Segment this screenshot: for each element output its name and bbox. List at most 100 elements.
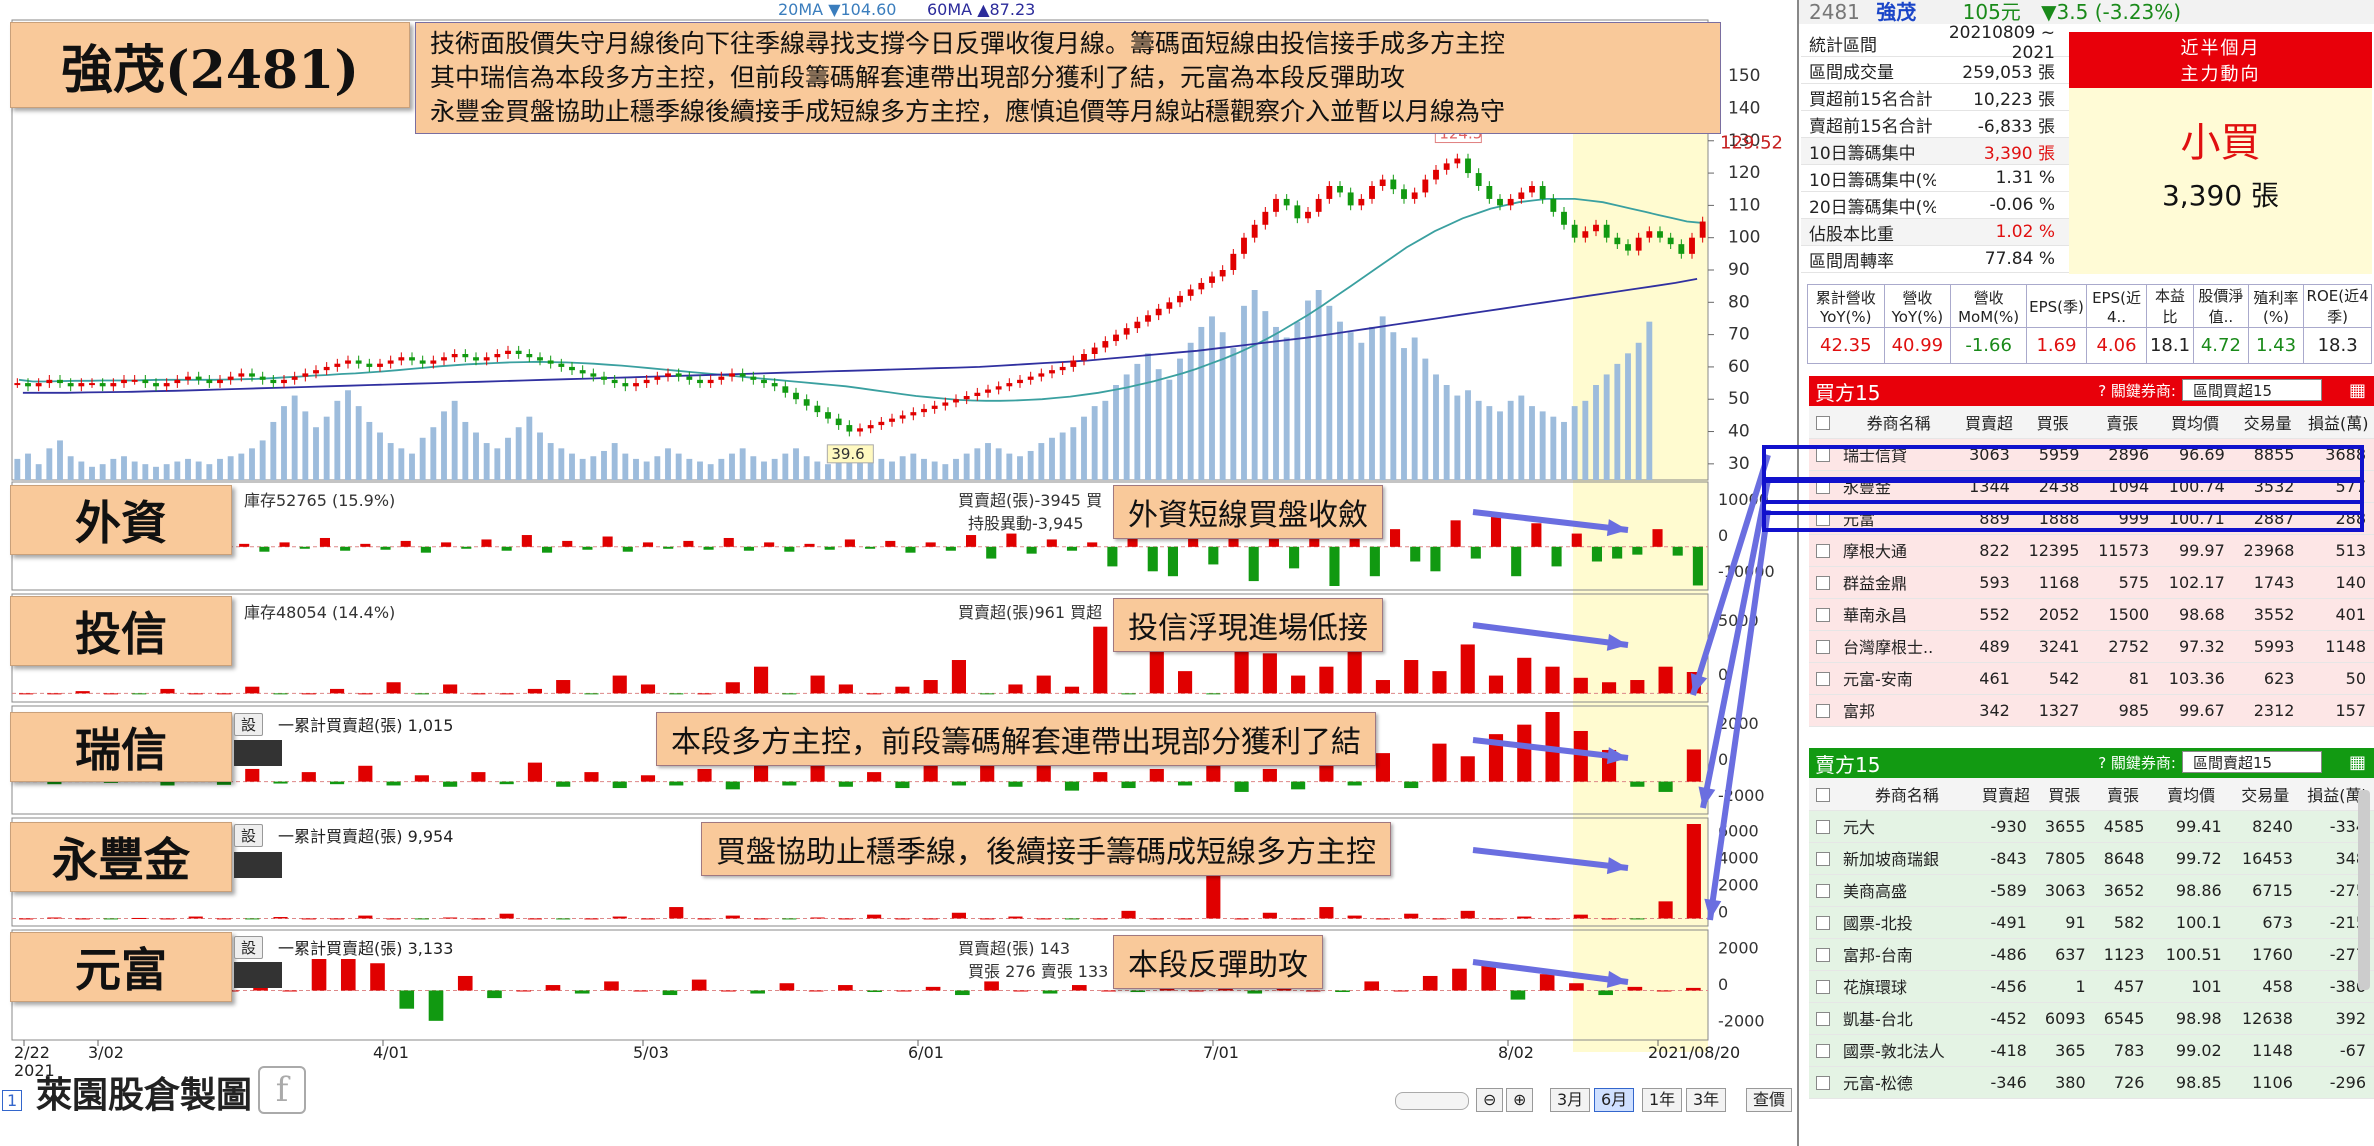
row-checkbox[interactable] <box>1816 1076 1830 1090</box>
broker-row[interactable]: 摩根大通 822 12395 11573 99.97 23968 513 <box>1809 534 2374 567</box>
sell-filter-select[interactable]: 區間賣超15 <box>2182 751 2322 773</box>
col-header[interactable]: 券商名稱 <box>1837 778 1977 811</box>
col-header[interactable]: 買均價 <box>2157 406 2233 439</box>
trust-bar <box>640 684 656 694</box>
col-header[interactable]: 賣張 <box>2087 406 2158 439</box>
broker-row[interactable]: 元大 -930 3655 4585 99.41 8240 -334 <box>1809 810 2374 843</box>
broker-row[interactable]: 新加坡商瑞銀 -843 7805 8648 99.72 16453 348 <box>1809 842 2374 875</box>
broker-name[interactable]: 花旗環球 <box>1837 970 1977 1003</box>
broker-name[interactable]: 群益金鼎 <box>1837 566 1961 599</box>
masterlink-bar <box>838 985 853 991</box>
candle-body <box>419 360 426 364</box>
trust-bar <box>725 682 740 694</box>
row-checkbox[interactable] <box>1816 820 1830 834</box>
row-checkbox[interactable] <box>1816 672 1830 686</box>
broker-name[interactable]: 凱基-台北 <box>1837 1002 1977 1035</box>
col-header[interactable]: 買張 <box>2017 406 2088 439</box>
broker-name[interactable]: 華南永昌 <box>1837 598 1961 631</box>
broker-row[interactable]: 國票-北投 -491 91 582 100.1 673 -215 <box>1809 906 2374 939</box>
broker-name[interactable]: 摩根大通 <box>1837 534 1961 567</box>
sinopac-bar <box>19 918 34 920</box>
broker-name[interactable]: 富邦-台南 <box>1837 938 1977 971</box>
range-3m-button[interactable]: 3月 <box>1550 1088 1591 1112</box>
broker-row[interactable]: 凱基-台北 -452 6093 6545 98.98 12638 392 <box>1809 1002 2374 1035</box>
dark-toggle[interactable] <box>234 740 282 766</box>
broker-row[interactable]: 群益金鼎 593 1168 575 102.17 1743 140 <box>1809 566 2374 599</box>
zoom-out-icon[interactable]: ⊖ <box>1476 1088 1504 1112</box>
foreign-bar <box>844 539 855 547</box>
row-checkbox[interactable] <box>1816 948 1830 962</box>
col-header[interactable]: 賣均價 <box>2152 778 2230 811</box>
col-header[interactable]: 損益(萬) <box>2302 406 2374 439</box>
col-header[interactable]: 交易量 <box>2229 778 2301 811</box>
range-3y-button[interactable]: 3年 <box>1686 1088 1727 1112</box>
credit-suisse-bar <box>1149 768 1164 782</box>
dark-toggle[interactable] <box>234 852 282 878</box>
settings-button[interactable]: 設 <box>234 713 264 736</box>
broker-row[interactable]: 元富-松德 -346 380 726 98.85 1106 -296 <box>1809 1066 2374 1099</box>
row-checkbox[interactable] <box>1816 884 1830 898</box>
select-all-checkbox[interactable] <box>1816 787 1830 802</box>
grid-icon[interactable]: ▦ <box>2349 380 2366 401</box>
row-checkbox[interactable] <box>1816 980 1830 994</box>
row-checkbox[interactable] <box>1816 640 1830 654</box>
broker-name[interactable]: 元富-松德 <box>1837 1066 1977 1099</box>
grid-icon[interactable]: ▦ <box>2349 752 2366 773</box>
candle-body <box>430 360 437 364</box>
row-checkbox[interactable] <box>1816 1044 1830 1058</box>
row-checkbox[interactable] <box>1816 608 1830 622</box>
broker-row[interactable]: 台灣摩根士.. 489 3241 2752 97.32 5993 1148 <box>1809 630 2374 663</box>
row-checkbox[interactable] <box>1816 852 1830 866</box>
broker-name[interactable]: 富邦 <box>1837 694 1961 727</box>
settings-button[interactable]: 設 <box>234 936 264 959</box>
facebook-icon[interactable]: f <box>258 1066 306 1114</box>
broker-name[interactable]: 台灣摩根士.. <box>1837 630 1961 663</box>
broker-name[interactable]: 新加坡商瑞銀 <box>1837 842 1977 875</box>
trust-bar <box>358 693 373 695</box>
broker-name[interactable]: 元大 <box>1837 810 1977 843</box>
broker-name[interactable]: 元富-安南 <box>1837 662 1961 695</box>
col-header[interactable]: 買張 <box>2034 778 2094 811</box>
candle-body <box>1134 321 1141 329</box>
volume-bar <box>601 450 607 480</box>
stat-row: 買超前15名合計 10,223 張 <box>1801 84 2069 111</box>
row-checkbox[interactable] <box>1816 916 1830 930</box>
broker-cell: 637 <box>2034 938 2094 971</box>
row-checkbox[interactable] <box>1816 1012 1830 1026</box>
settings-button[interactable]: 設 <box>234 824 264 847</box>
broker-name[interactable]: 美商高盛 <box>1837 874 1977 907</box>
foreign-bar <box>239 543 250 547</box>
col-header[interactable]: 交易量 <box>2232 406 2303 439</box>
col-header[interactable]: 賣張 <box>2093 778 2153 811</box>
select-all-checkbox[interactable] <box>1816 415 1830 430</box>
broker-cell: 3652 <box>2093 874 2153 907</box>
broker-row[interactable]: 元富-安南 461 542 81 103.36 623 50 <box>1809 662 2374 695</box>
row-checkbox[interactable] <box>1816 704 1830 718</box>
dark-toggle[interactable] <box>234 962 282 988</box>
query-button[interactable]: 查價 <box>1746 1088 1793 1112</box>
col-header[interactable]: 買賣超 <box>1976 778 2035 811</box>
broker-name[interactable]: 國票-北投 <box>1837 906 1977 939</box>
broker-row[interactable]: 華南永昌 552 2052 1500 98.68 3552 401 <box>1809 598 2374 631</box>
range-1y-button[interactable]: 1年 <box>1642 1088 1683 1112</box>
scrollbar[interactable] <box>2358 790 2370 990</box>
sinopac-bar <box>1234 918 1249 920</box>
scrollbar[interactable] <box>1395 1092 1469 1110</box>
range-6m-button[interactable]: 6月 <box>1594 1088 1635 1112</box>
broker-name[interactable]: 國票-敦北法人 <box>1837 1034 1977 1067</box>
broker-row[interactable]: 富邦 342 1327 985 99.67 2312 157 <box>1809 694 2374 727</box>
col-header[interactable]: 買賣超 <box>1960 406 2018 439</box>
row-checkbox[interactable] <box>1816 576 1830 590</box>
broker-row[interactable]: 花旗環球 -456 1 457 101 458 -386 <box>1809 970 2374 1003</box>
candle-body <box>494 354 501 358</box>
broker-row[interactable]: 富邦-台南 -486 637 1123 100.51 1760 -277 <box>1809 938 2374 971</box>
zoom-in-icon[interactable]: ⊕ <box>1506 1088 1534 1112</box>
page-indicator[interactable]: 1 <box>2 1090 23 1111</box>
buy-filter-select[interactable]: 區間買超15 <box>2182 379 2322 401</box>
col-header[interactable]: 券商名稱 <box>1837 406 1961 439</box>
broker-cell: 392 <box>2300 1002 2374 1035</box>
broker-row[interactable]: 美商高盛 -589 3063 3652 98.86 6715 -275 <box>1809 874 2374 907</box>
broker-row[interactable]: 國票-敦北法人 -418 365 783 99.02 1148 -67 <box>1809 1034 2374 1067</box>
row-checkbox[interactable] <box>1816 544 1830 558</box>
candle-body <box>1561 211 1567 225</box>
